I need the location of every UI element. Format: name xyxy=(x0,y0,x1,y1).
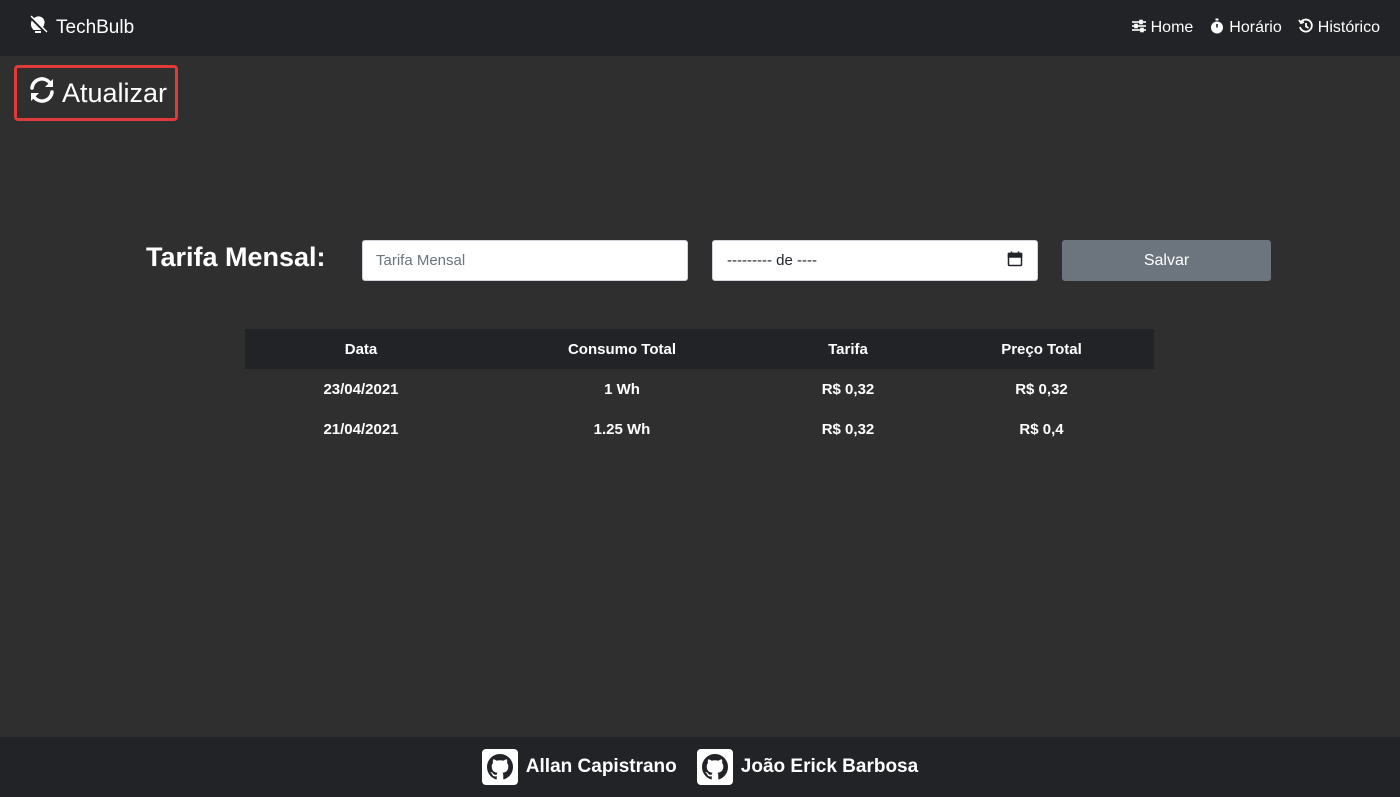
nav-home[interactable]: Home xyxy=(1131,18,1194,39)
author-link-joao[interactable]: João Erick Barbosa xyxy=(696,749,919,785)
cell-data: 23/04/2021 xyxy=(323,380,399,398)
brand-name: TechBulb xyxy=(56,17,135,38)
nav-horario-label: Horário xyxy=(1229,19,1282,36)
nav-links: Home Horário Histórico xyxy=(1131,18,1380,39)
refresh-button[interactable]: Atualizar xyxy=(14,65,178,121)
sync-icon xyxy=(28,76,56,111)
navbar: TechBulb Home Horário Histórico xyxy=(0,0,1400,56)
month-value: --------- de ---- xyxy=(727,252,817,269)
save-button[interactable]: Salvar xyxy=(1062,240,1271,281)
cell-data: 21/04/2021 xyxy=(323,420,399,438)
footer: Allan Capistrano João Erick Barbosa xyxy=(0,737,1400,797)
github-icon xyxy=(696,749,733,785)
table-row: 23/04/2021 1 Wh R$ 0,32 R$ 0,32 xyxy=(245,369,1154,409)
nav-historico[interactable]: Histórico xyxy=(1298,18,1380,39)
tarifa-input[interactable] xyxy=(362,240,688,281)
nav-horario[interactable]: Horário xyxy=(1209,18,1282,39)
header-tarifa: Tarifa xyxy=(828,340,868,358)
github-icon xyxy=(481,749,518,785)
header-consumo-total: Consumo Total xyxy=(567,340,677,358)
consumption-table: Data Consumo Total Tarifa Preço Total 23… xyxy=(245,329,1154,449)
history-icon xyxy=(1298,18,1314,39)
author-name: Allan Capistrano xyxy=(525,756,677,777)
refresh-label: Atualizar xyxy=(62,77,168,108)
header-preco-total: Preço Total xyxy=(1001,340,1082,358)
cell-preco-total: R$ 0,32 xyxy=(1015,380,1068,398)
calendar-icon[interactable] xyxy=(1007,251,1023,271)
cell-tarifa: R$ 0,32 xyxy=(821,420,875,438)
stopwatch-icon xyxy=(1209,18,1225,39)
cell-tarifa: R$ 0,32 xyxy=(821,380,875,398)
brand[interactable]: TechBulb xyxy=(28,15,134,41)
table-header-row: Data Consumo Total Tarifa Preço Total xyxy=(245,329,1154,369)
sliders-icon xyxy=(1131,18,1147,39)
cell-preco-total: R$ 0,4 xyxy=(1019,420,1064,438)
author-name: João Erick Barbosa xyxy=(740,756,919,777)
table-row: 21/04/2021 1.25 Wh R$ 0,32 R$ 0,4 xyxy=(245,409,1154,449)
nav-home-label: Home xyxy=(1150,19,1194,36)
cell-consumo-total: 1 Wh xyxy=(604,380,640,398)
lightbulb-off-icon xyxy=(28,15,48,41)
tarifa-label: Tarifa Mensal: xyxy=(146,242,326,272)
cell-consumo-total: 1.25 Wh xyxy=(593,420,651,438)
nav-historico-label: Histórico xyxy=(1317,19,1380,36)
author-link-allan[interactable]: Allan Capistrano xyxy=(481,749,677,785)
header-data: Data xyxy=(344,340,378,358)
month-input[interactable]: --------- de ---- xyxy=(712,240,1038,281)
